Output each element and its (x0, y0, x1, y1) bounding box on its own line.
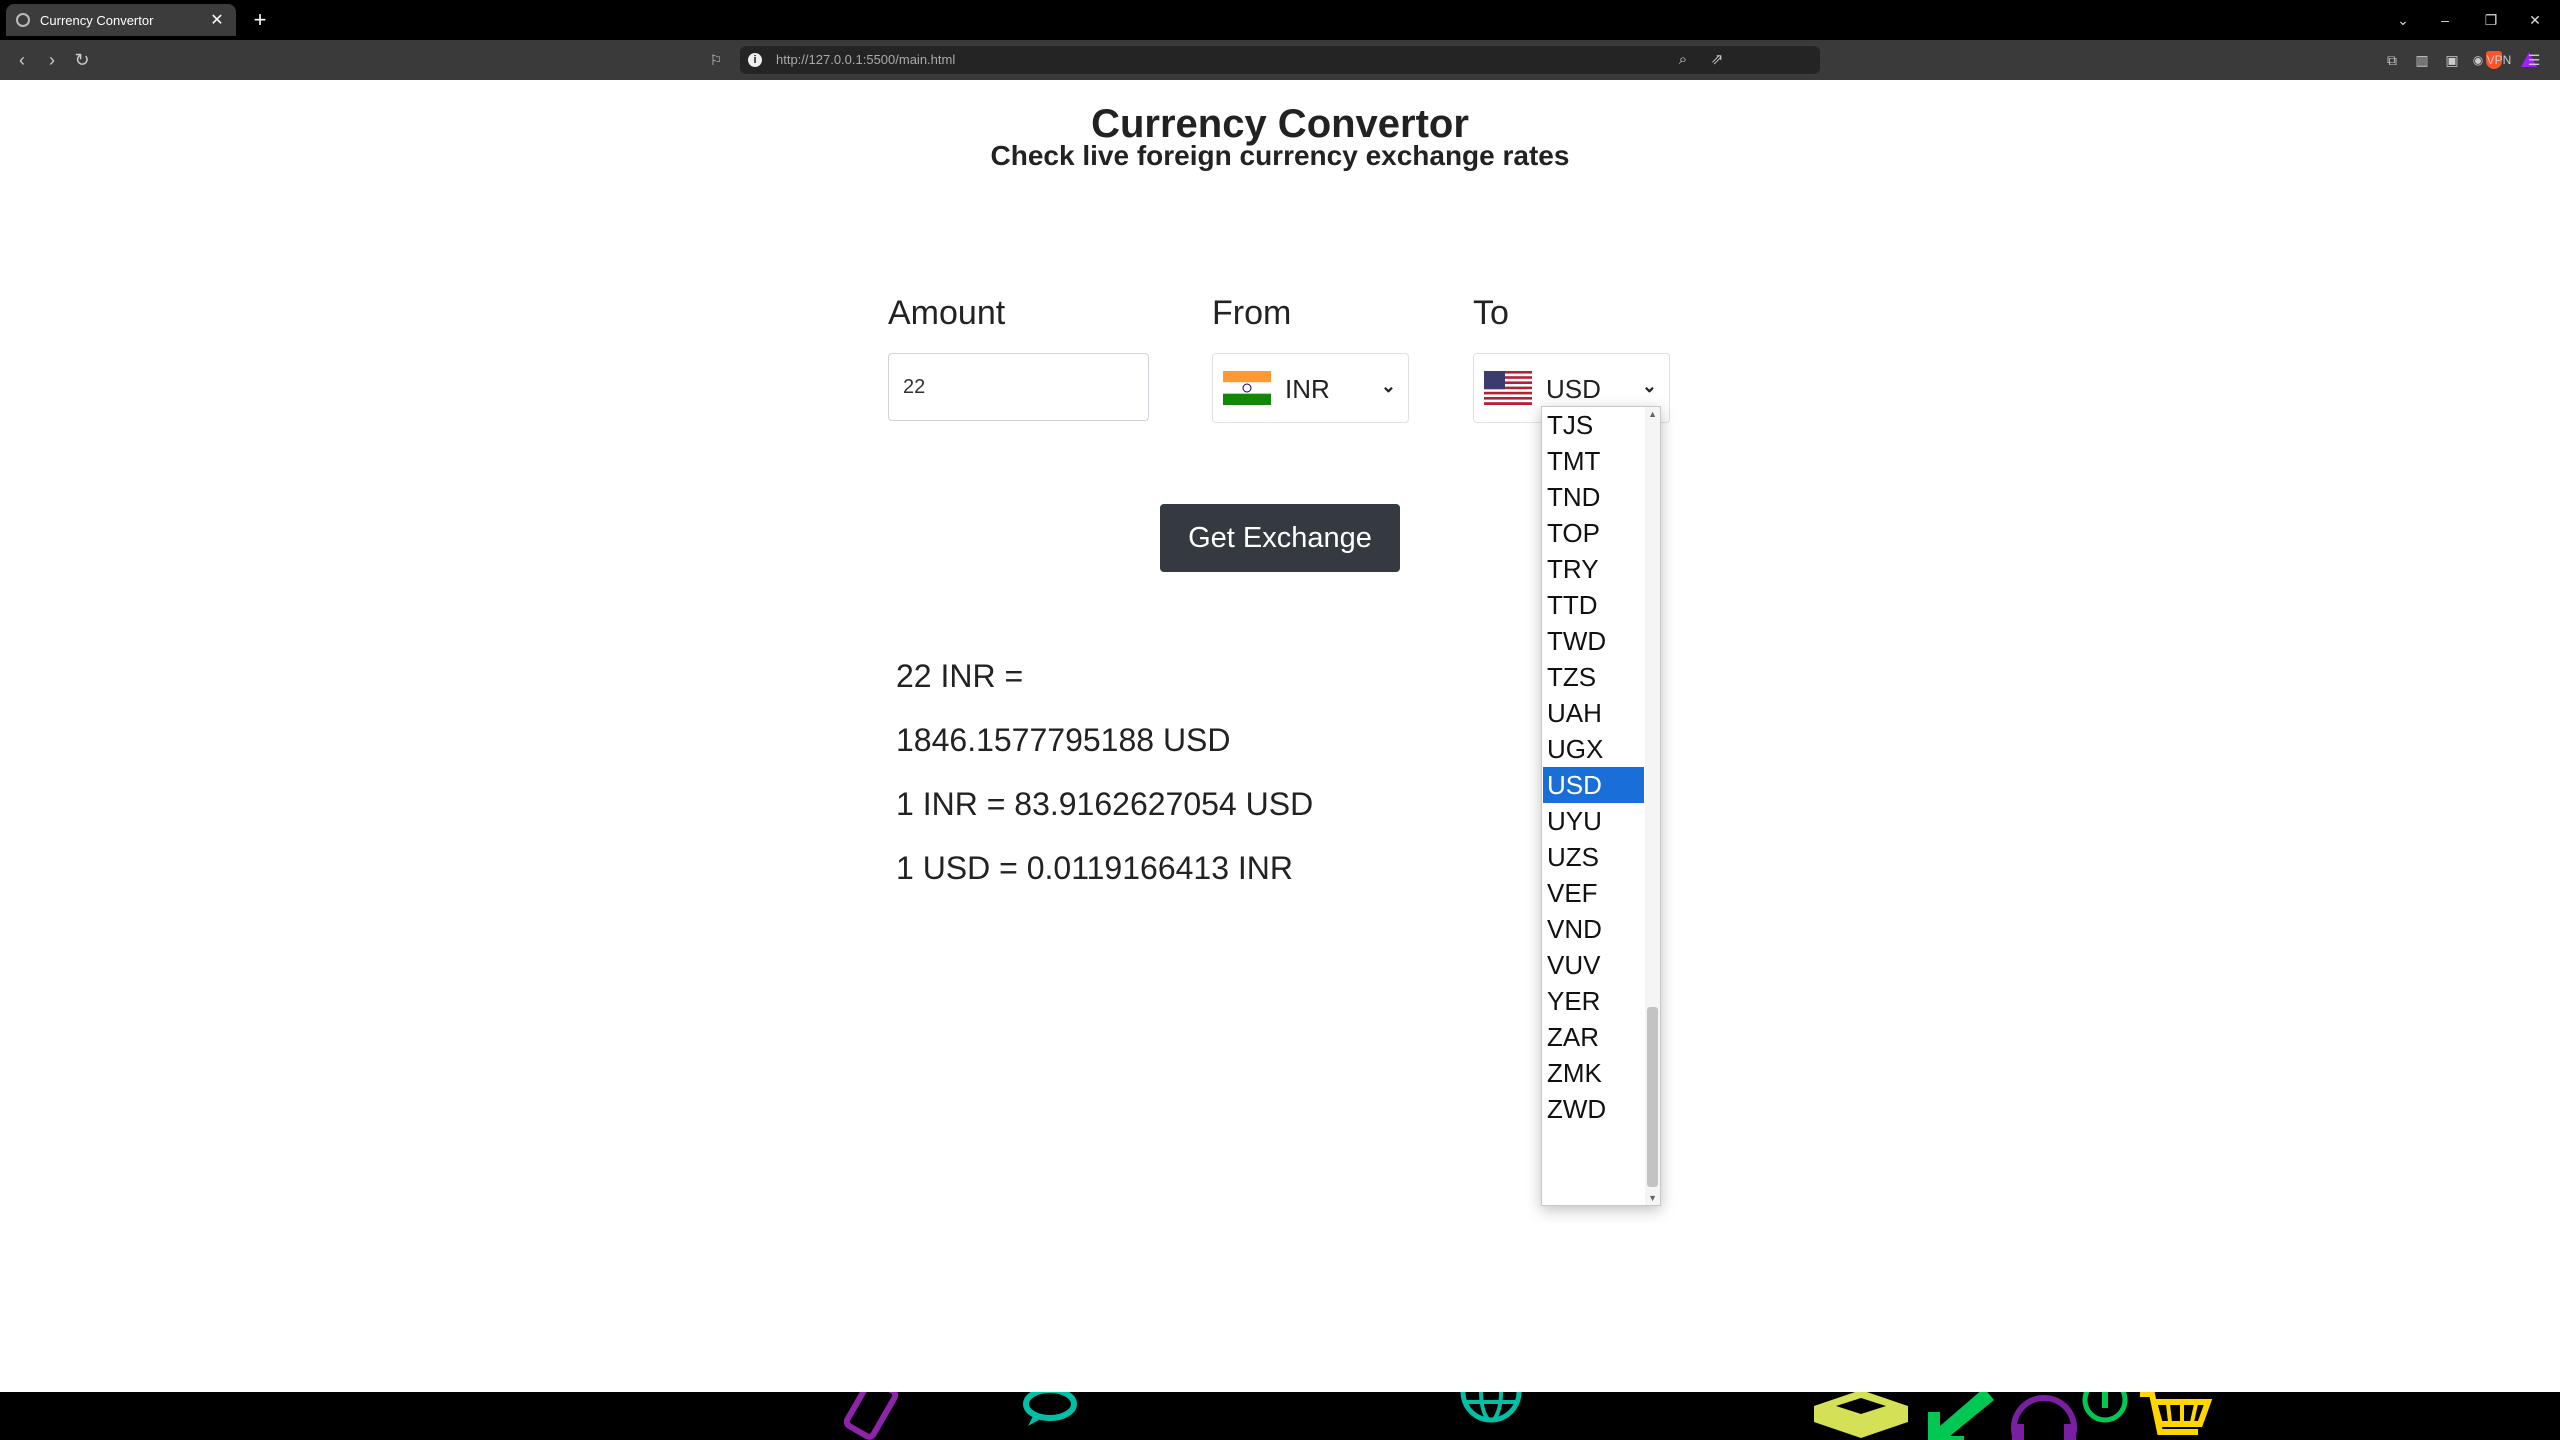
taskbar (0, 1392, 2560, 1440)
dropdown-option-tjs[interactable]: TJS (1543, 407, 1644, 443)
vpn-icon: ◉ (2472, 53, 2487, 67)
info-icon[interactable] (2080, 1392, 2130, 1440)
headset-icon[interactable] (2004, 1392, 2084, 1440)
new-tab-button[interactable]: + (248, 6, 272, 34)
scroll-up-icon[interactable]: ▲ (1648, 409, 1657, 419)
tab-currency-convertor[interactable]: Currency Convertor ✕ (6, 4, 236, 36)
from-label: From (1212, 294, 1292, 332)
phone-icon[interactable] (836, 1392, 906, 1440)
dropdown-option-uyu[interactable]: UYU (1543, 803, 1644, 839)
dropdown-option-tzs[interactable]: TZS (1543, 659, 1644, 695)
currency-dropdown-list[interactable]: TJS TMT TND TOP TRY TTD TWD TZS UAH UGX USD UYU UZS V… (1541, 406, 1661, 1206)
vpn-label: VPN (2486, 53, 2512, 67)
back-button[interactable]: ‹ (10, 46, 34, 74)
extensions-icon[interactable]: ⧉ (2382, 50, 2402, 70)
result-line-rate: 1 INR = 83.9162627054 USD (896, 786, 1314, 822)
dropdown-option-usd[interactable]: USD (1543, 767, 1644, 803)
dropdown-option-top[interactable]: TOP (1543, 515, 1644, 551)
dropdown-option-vuv[interactable]: VUV (1543, 947, 1644, 983)
bookmark-icon[interactable]: ⚐ (704, 46, 728, 74)
site-info-icon[interactable]: i (748, 53, 762, 67)
dropdown-option-vnd[interactable]: VND (1543, 911, 1644, 947)
dropdown-option-ttd[interactable]: TTD (1543, 587, 1644, 623)
dropdown-option-vef[interactable]: VEF (1543, 875, 1644, 911)
dropdown-option-tmt[interactable]: TMT (1543, 443, 1644, 479)
dropdown-option-zwd[interactable]: ZWD (1543, 1091, 1644, 1127)
globe-icon (16, 13, 30, 27)
page-subtitle: Check live foreign currency exchange rat… (990, 140, 1570, 171)
get-exchange-button[interactable]: Get Exchange (1160, 504, 1400, 572)
zoom-icon[interactable]: ⌕ (1672, 50, 1694, 70)
reload-button[interactable]: ↻ (70, 46, 94, 74)
close-window-button[interactable]: ✕ (2520, 6, 2550, 34)
to-currency-value: USD (1546, 374, 1601, 404)
dropdown-scrollbar[interactable]: ▲ ▼ (1645, 407, 1660, 1205)
scroll-down-icon[interactable]: ▼ (1648, 1193, 1657, 1203)
forward-button[interactable]: › (40, 46, 64, 74)
tab-strip: Currency Convertor ✕ + ⌄ – ❐ ✕ (0, 0, 2560, 40)
amount-label: Amount (888, 294, 1006, 332)
dropdown-option-uah[interactable]: UAH (1543, 695, 1644, 731)
dropdown-option-ugx[interactable]: UGX (1543, 731, 1644, 767)
tab-list-button[interactable]: ⌄ (2388, 6, 2418, 34)
navigation-bar: ‹ › ↻ ⚐ i http://127.0.0.1:5500/main.htm… (0, 40, 2560, 80)
result-line-inverse-rate: 1 USD = 0.0119166413 INR (896, 850, 1293, 886)
page-viewport: Currency Convertor Check live foreign cu… (0, 80, 2560, 1392)
url-text[interactable]: http://127.0.0.1:5500/main.html (776, 52, 955, 67)
wallet-icon[interactable]: ▣ (2442, 50, 2462, 70)
chevron-down-icon: ⌄ (1380, 376, 1396, 396)
dropdown-option-try[interactable]: TRY (1543, 551, 1644, 587)
chat-icon[interactable] (1016, 1392, 1086, 1440)
chevron-down-icon: ⌄ (1641, 376, 1657, 396)
share-icon[interactable]: ⇗ (1706, 50, 1728, 70)
result-line-amount: 22 INR = (896, 658, 1024, 694)
tab-title: Currency Convertor (40, 12, 154, 28)
from-currency-select[interactable]: INR ⌄ (1212, 353, 1409, 423)
from-currency-value: INR (1285, 374, 1330, 404)
result-line-converted: 1846.1577795188 USD (896, 722, 1231, 758)
cart-icon[interactable] (2136, 1392, 2216, 1440)
amount-input[interactable] (888, 353, 1149, 421)
address-bar[interactable]: i http://127.0.0.1:5500/main.html ⌕ ⇗ (740, 46, 2537, 74)
globe-icon[interactable] (1456, 1392, 1526, 1440)
dropdown-option-zar[interactable]: ZAR (1543, 1019, 1644, 1055)
dropdown-option-twd[interactable]: TWD (1543, 623, 1644, 659)
dropdown-option-uzs[interactable]: UZS (1543, 839, 1644, 875)
dropdown-option-zmk[interactable]: ZMK (1543, 1055, 1644, 1091)
restore-button[interactable]: ❐ (2476, 6, 2506, 34)
close-icon[interactable]: ✕ (208, 10, 226, 30)
dropdown-option-yer[interactable]: YER (1543, 983, 1644, 1019)
usa-flag-icon (1484, 371, 1532, 405)
vpn-button[interactable]: ◉ VPN (2472, 50, 2512, 70)
upload-tray-icon[interactable] (1806, 1392, 1916, 1440)
sidebar-icon[interactable]: ▥ (2412, 50, 2432, 70)
india-flag-icon (1223, 371, 1271, 405)
menu-icon[interactable]: ☰ (2524, 50, 2544, 70)
dropdown-option-tnd[interactable]: TND (1543, 479, 1644, 515)
minimize-button[interactable]: – (2430, 6, 2460, 34)
scrollbar-thumb[interactable] (1647, 1007, 1658, 1187)
arrow-icon[interactable] (1924, 1392, 2004, 1440)
to-label: To (1473, 294, 1509, 332)
